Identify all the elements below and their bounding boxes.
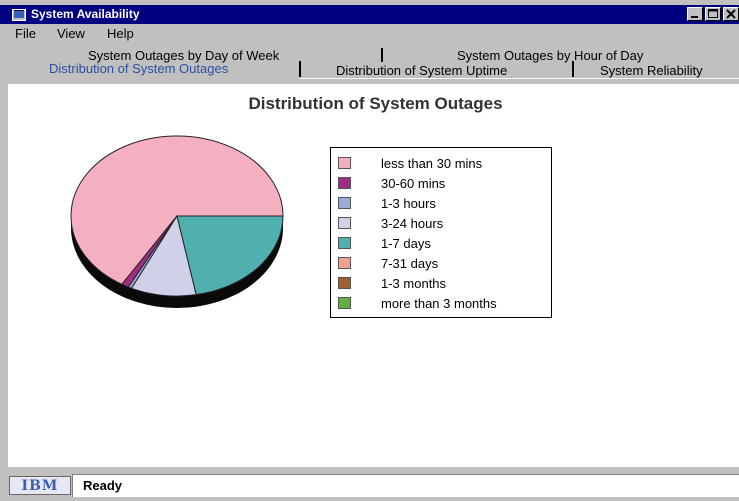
legend-label: 1-3 hours — [381, 195, 436, 211]
tab-divider — [572, 61, 574, 77]
legend-item: less than 30 mins — [338, 155, 482, 171]
legend-item: 7-31 days — [338, 255, 438, 271]
menu-bar: File View Help — [0, 24, 739, 43]
tab-baseline — [300, 78, 739, 79]
legend-label: 1-7 days — [381, 235, 431, 251]
legend-item: 1-3 months — [338, 275, 446, 291]
tab-system-reliability[interactable]: System Reliability — [600, 63, 703, 78]
legend-swatch — [338, 157, 351, 169]
status-text: Ready — [72, 474, 739, 497]
legend-swatch — [338, 177, 351, 189]
window-title: System Availability — [31, 7, 140, 21]
ibm-logo: IBM — [9, 476, 71, 495]
legend-label: less than 30 mins — [381, 155, 483, 171]
menu-view[interactable]: View — [57, 26, 85, 41]
tab-distribution-of-uptime[interactable]: Distribution of System Uptime — [336, 63, 507, 78]
menu-file[interactable]: File — [15, 26, 36, 41]
tab-divider — [299, 61, 301, 77]
legend-label: more than 3 months — [381, 295, 497, 311]
legend-label: 30-60 mins — [381, 175, 446, 191]
tab-divider — [381, 48, 383, 62]
outage-pie-chart — [70, 135, 284, 308]
system-availability-window: System Availability File View Help Syste… — [0, 0, 739, 501]
legend-label: 1-3 months — [381, 275, 447, 291]
tab-distribution-of-outages[interactable]: Distribution of System Outages — [49, 61, 228, 76]
chart-title: Distribution of System Outages — [248, 94, 503, 113]
chart-panel: Distribution of System Outages less than… — [8, 84, 739, 467]
legend-item: 3-24 hours — [338, 215, 443, 231]
maximize-icon — [708, 9, 718, 18]
legend-swatch — [338, 257, 351, 269]
maximize-button[interactable] — [705, 7, 721, 21]
legend-swatch — [338, 297, 351, 309]
app-window-icon — [12, 8, 26, 21]
legend-label: 7-31 days — [381, 255, 439, 271]
legend-item: more than 3 months — [338, 295, 497, 311]
close-icon — [726, 9, 736, 19]
title-bar[interactable]: System Availability — [0, 5, 739, 24]
legend-swatch — [338, 237, 351, 249]
legend-swatch — [338, 217, 351, 229]
legend-swatch — [338, 197, 351, 209]
legend-item: 1-7 days — [338, 235, 431, 251]
minimize-icon — [691, 16, 698, 18]
legend-item: 1-3 hours — [338, 195, 436, 211]
legend-swatch — [338, 277, 351, 289]
chart-legend: less than 30 mins 30-60 mins 1-3 hours 3-24… — [330, 147, 552, 318]
tab-strip: System Outages by Day of Week System Out… — [0, 43, 739, 83]
menu-help[interactable]: Help — [107, 26, 134, 41]
close-button[interactable] — [723, 7, 739, 21]
status-bar: IBM Ready — [0, 468, 739, 501]
legend-item: 30-60 mins — [338, 175, 445, 191]
tab-outages-by-hour[interactable]: System Outages by Hour of Day — [457, 48, 643, 63]
minimize-button[interactable] — [687, 7, 703, 21]
legend-label: 3-24 hours — [381, 215, 444, 231]
pie-slice — [176, 215, 284, 296]
